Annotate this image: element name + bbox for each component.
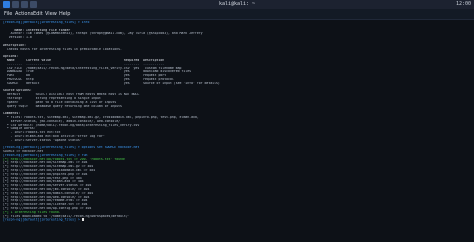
- menu-edit[interactable]: Edit: [33, 9, 43, 19]
- terminal-line: [recon-ng][default][interesting_files] >: [3, 218, 84, 222]
- menu-help[interactable]: Help: [59, 9, 70, 19]
- terminal-output[interactable]: [recon-ng][default][interesting_files] >…: [3, 21, 471, 239]
- clock: 12:00: [455, 1, 471, 7]
- menubar: File Actions Edit View Help: [0, 9, 474, 20]
- menu-file[interactable]: File: [4, 9, 12, 19]
- menu-actions[interactable]: Actions: [15, 9, 33, 19]
- text-cursor: [81, 218, 84, 222]
- window-title: kali@kali: ~: [218, 1, 256, 7]
- taskbar: kali@kali: ~ 12:00: [0, 0, 474, 9]
- menu-view[interactable]: View: [45, 9, 57, 19]
